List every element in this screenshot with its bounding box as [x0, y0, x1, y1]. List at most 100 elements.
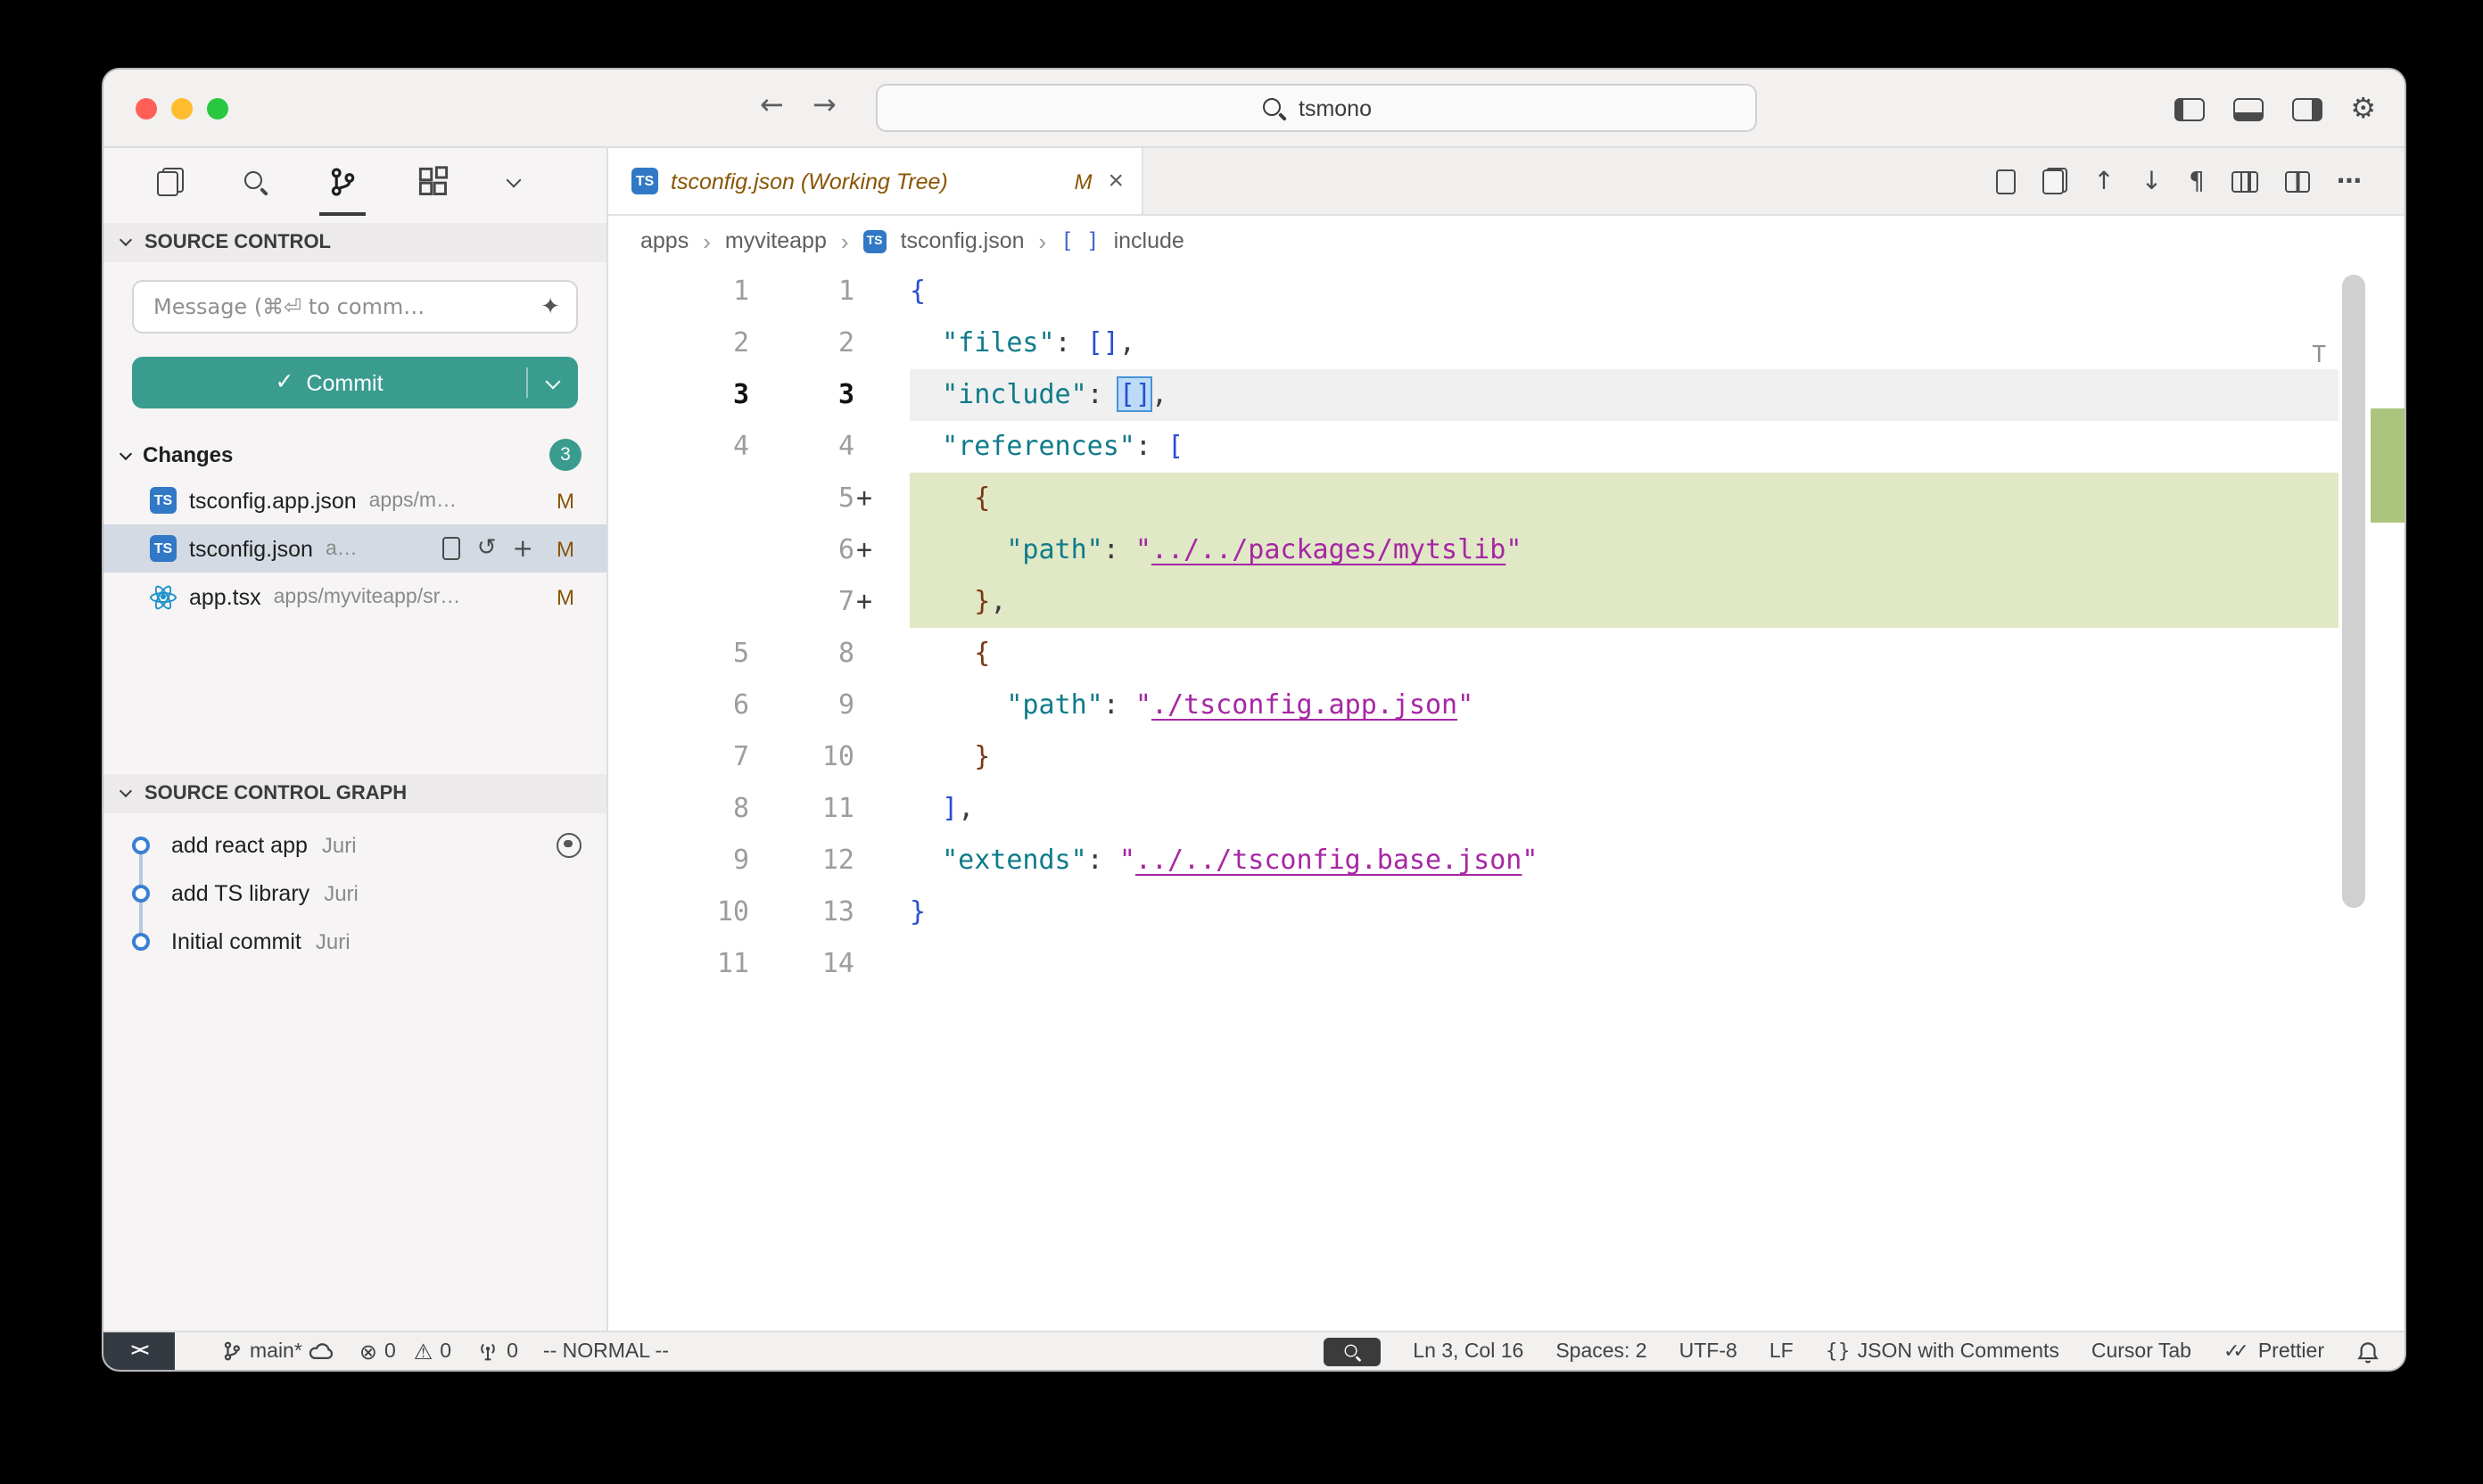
vim-mode-indicator[interactable]: -- NORMAL -- — [543, 1340, 669, 1362]
source-control-activity-item[interactable] — [323, 148, 362, 216]
commit-row[interactable]: add react app Juri — [103, 820, 606, 869]
search-activity-item[interactable] — [239, 148, 271, 216]
back-arrow-icon[interactable]: ← — [760, 87, 784, 121]
head-indicator-icon[interactable] — [557, 832, 582, 857]
code-line[interactable]: 11{ — [608, 266, 2405, 317]
change-row-app-tsx[interactable]: app.tsx apps/myviteapp/sr… M — [103, 573, 606, 621]
generate-message-sparkle-icon[interactable]: ✦ — [540, 295, 560, 318]
more-actions-icon[interactable]: ⋯ — [2337, 169, 2362, 194]
cursor-tab-indicator[interactable]: Cursor Tab — [2091, 1340, 2191, 1362]
formatter-indicator[interactable]: ✓✓ Prettier — [2223, 1340, 2324, 1363]
breadcrumb-tsconfig-json[interactable]: tsconfig.json — [901, 228, 1025, 253]
commit-button[interactable]: ✓ Commit — [132, 357, 578, 408]
commit-dot-icon — [132, 836, 150, 853]
commit-message-input[interactable] — [150, 293, 540, 321]
code-line-content[interactable]: } — [910, 886, 2339, 938]
zoom-window-button[interactable] — [207, 98, 228, 120]
scrollbar-thumb[interactable] — [2342, 275, 2365, 908]
open-file-icon[interactable] — [443, 537, 461, 560]
code-line[interactable]: 710 } — [608, 731, 2405, 783]
breadcrumb-include[interactable]: include — [1114, 228, 1184, 253]
code-line-content[interactable]: "include": [], — [910, 369, 2339, 421]
stage-changes-icon[interactable]: + — [513, 536, 533, 561]
toggle-secondary-sidebar-icon[interactable] — [2291, 97, 2322, 120]
code-line[interactable]: 58 { — [608, 628, 2405, 680]
commit-message: Initial commit — [171, 928, 301, 953]
code-line[interactable]: 44 "references": [ — [608, 421, 2405, 473]
remote-indicator[interactable]: >< — [103, 1332, 175, 1370]
indentation-indicator[interactable]: Spaces: 2 — [1555, 1340, 1646, 1362]
code-line-content[interactable]: { — [910, 266, 2339, 317]
eol-indicator[interactable]: LF — [1769, 1340, 1794, 1362]
branch-indicator[interactable]: main* — [221, 1340, 334, 1363]
language-mode-indicator[interactable]: {} JSON with Comments — [1826, 1340, 2059, 1362]
code-line-content[interactable]: { — [910, 628, 2339, 680]
chevron-down-icon — [120, 234, 132, 246]
breadcrumb-myviteapp[interactable]: myviteapp — [725, 228, 827, 253]
commit-dropdown-button[interactable] — [528, 357, 578, 408]
code-line-content[interactable]: } — [910, 731, 2339, 783]
branch-name: main* — [250, 1340, 302, 1362]
commit-row[interactable]: add TS library Juri — [103, 869, 606, 917]
code-line-content[interactable]: "files": [], — [910, 317, 2339, 369]
code-line-content[interactable]: "extends": "../../tsconfig.base.json" — [910, 835, 2339, 886]
compare-icon[interactable] — [2042, 168, 2066, 194]
more-views-item[interactable] — [505, 148, 523, 216]
extensions-activity-item[interactable] — [414, 148, 453, 216]
change-row-tsconfig-app-json[interactable]: TS tsconfig.app.json apps/m… M — [103, 476, 606, 524]
code-line-content[interactable]: { — [910, 473, 2339, 524]
original-line-number: 9 — [608, 835, 769, 886]
code-line[interactable]: 5+ { — [608, 473, 2405, 524]
git-status-badge: M — [557, 488, 574, 513]
explorer-activity-item[interactable] — [153, 148, 187, 216]
split-editor-icon[interactable] — [2285, 170, 2310, 192]
commit-row[interactable]: Initial commit Juri — [103, 917, 606, 965]
code-line[interactable]: 1013} — [608, 886, 2405, 938]
minimize-window-button[interactable] — [171, 98, 193, 120]
code-line[interactable]: 811 ], — [608, 783, 2405, 835]
forward-arrow-icon[interactable]: → — [813, 87, 837, 121]
source-control-graph-header[interactable]: SOURCE CONTROL GRAPH — [103, 774, 606, 813]
breadcrumb-separator: › — [1039, 227, 1047, 254]
change-row-tsconfig-json[interactable]: TS tsconfig.json a… ↺ + M — [103, 524, 606, 573]
open-file-icon[interactable] — [1995, 169, 2015, 194]
code-line[interactable]: 33 "include": [], — [608, 369, 2405, 421]
close-tab-icon[interactable]: × — [1108, 166, 1124, 196]
changes-section-header[interactable]: Changes 3 — [103, 433, 606, 476]
code-line[interactable]: 6+ "path": "../../packages/mytslib" — [608, 524, 2405, 576]
breadcrumb-apps[interactable]: apps — [640, 228, 689, 253]
problems-indicator[interactable]: ⊗ 0 ⚠ 0 — [359, 1340, 451, 1362]
source-control-section-header[interactable]: SOURCE CONTROL — [103, 223, 606, 262]
outline-map-icon[interactable] — [2231, 170, 2258, 192]
command-center-search[interactable]: tsmono — [876, 84, 1757, 132]
zoom-indicator[interactable] — [1324, 1337, 1381, 1365]
tab-tsconfig-json-working-tree[interactable]: TS tsconfig.json (Working Tree) M × — [608, 148, 1143, 214]
encoding-indicator[interactable]: UTF-8 — [1679, 1340, 1737, 1362]
toggle-primary-sidebar-icon[interactable] — [2174, 97, 2204, 120]
next-change-icon[interactable]: ↓ — [2141, 169, 2162, 194]
added-line-plus: + — [856, 524, 872, 576]
ports-indicator[interactable]: 0 — [476, 1340, 518, 1362]
previous-change-icon[interactable]: ↑ — [2093, 169, 2114, 194]
commit-dot-icon — [132, 884, 150, 902]
code-line-content[interactable]: "path": "./tsconfig.app.json" — [910, 680, 2339, 731]
code-line-content[interactable]: "path": "../../packages/mytslib" — [910, 524, 2339, 576]
code-line-content[interactable]: ], — [910, 783, 2339, 835]
code-line-content[interactable]: }, — [910, 576, 2339, 628]
settings-gear-icon[interactable]: ⚙ — [2350, 95, 2376, 123]
code-line[interactable]: 912 "extends": "../../tsconfig.base.json… — [608, 835, 2405, 886]
code-line[interactable]: 1114 — [608, 938, 2405, 990]
code-line[interactable]: 7+ }, — [608, 576, 2405, 628]
diff-editor[interactable]: 11{22 "files": [],33 "include": [],44 "r… — [608, 266, 2405, 1331]
close-window-button[interactable] — [136, 98, 157, 120]
code-line-content[interactable]: "references": [ — [910, 421, 2339, 473]
code-line[interactable]: 22 "files": [], — [608, 317, 2405, 369]
code-line-content[interactable] — [910, 938, 2339, 990]
notifications-indicator[interactable] — [2356, 1339, 2380, 1364]
titlebar[interactable]: ← → tsmono ⚙ — [103, 70, 2405, 148]
toggle-panel-icon[interactable] — [2232, 97, 2263, 120]
discard-changes-icon[interactable]: ↺ — [477, 537, 497, 560]
code-line[interactable]: 69 "path": "./tsconfig.app.json" — [608, 680, 2405, 731]
whitespace-icon[interactable]: ¶ — [2189, 169, 2205, 194]
cursor-position-indicator[interactable]: Ln 3, Col 16 — [1413, 1340, 1523, 1362]
